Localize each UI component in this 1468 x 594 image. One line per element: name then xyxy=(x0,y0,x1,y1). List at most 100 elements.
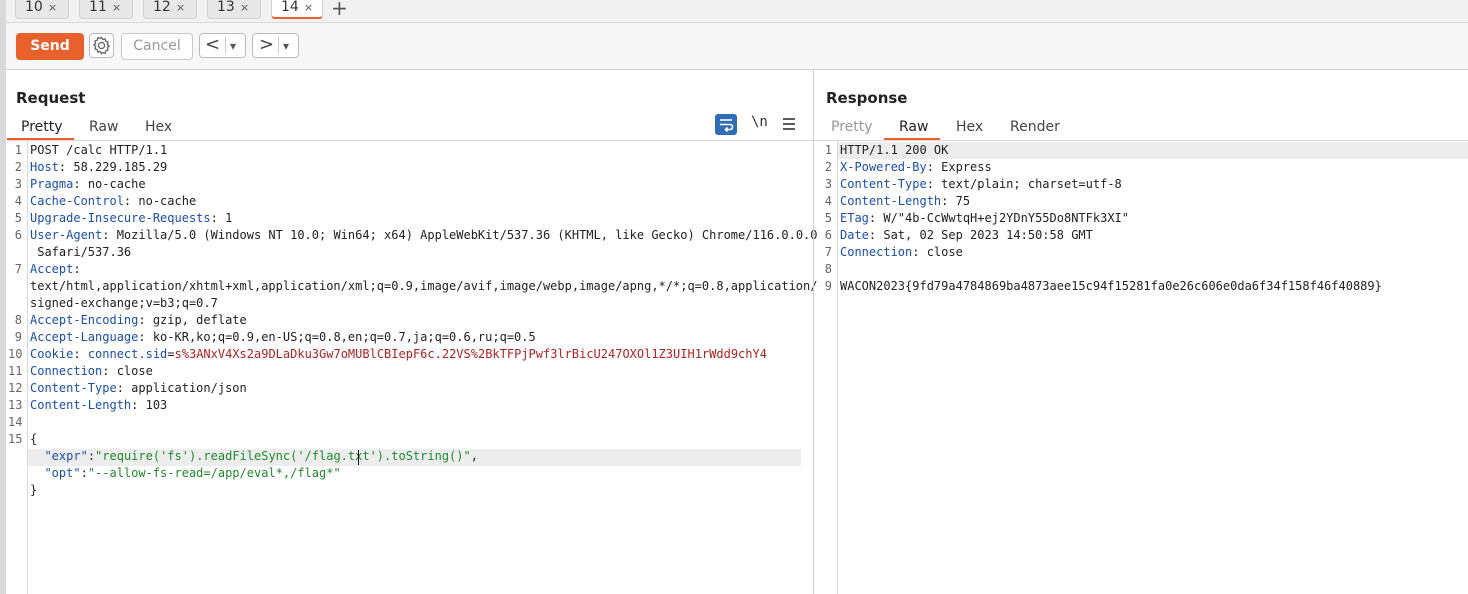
menu-icon[interactable] xyxy=(782,116,796,135)
close-icon[interactable]: × xyxy=(48,1,57,14)
json-key: "expr" xyxy=(44,449,88,463)
gear-icon xyxy=(92,36,111,55)
header-line: Accept-Encoding: gzip, deflate xyxy=(30,313,247,327)
line-number: 9 xyxy=(824,279,832,293)
request-start-line: POST /calc HTTP/1.1 xyxy=(30,143,168,157)
response-title: Response xyxy=(826,89,908,107)
header-value: gzip, deflate xyxy=(152,313,247,327)
tab-14[interactable]: 14 × xyxy=(271,0,323,19)
tab-pretty[interactable]: Pretty xyxy=(831,119,873,135)
header-value: application/json xyxy=(131,381,247,395)
line-number: 12 xyxy=(8,381,23,395)
tab-hex[interactable]: Hex xyxy=(956,119,983,135)
tab-bar: 10 × 11 × 12 × 13 × 14 × + xyxy=(6,0,1468,23)
line-number: 10 xyxy=(8,347,23,361)
tab-raw[interactable]: Raw xyxy=(89,119,118,135)
line-number: 3 xyxy=(14,177,22,191)
json-value: "require('fs').readFileSync('/flag.txt')… xyxy=(95,449,471,463)
header-name: Accept xyxy=(30,262,74,276)
cancel-button[interactable]: Cancel xyxy=(121,33,193,60)
tab-label: 13 xyxy=(217,0,235,15)
line-number: 2 xyxy=(824,160,832,174)
tab-label: 11 xyxy=(89,0,107,15)
header-line: Content-Type: text/plain; charset=utf-8 xyxy=(840,177,1122,191)
header-continuation: Safari/537.36 xyxy=(30,245,132,259)
header-name: User-Agent xyxy=(30,228,103,242)
tab-raw[interactable]: Raw xyxy=(899,119,928,135)
tab-13[interactable]: 13 × xyxy=(207,0,261,19)
tab-hex[interactable]: Hex xyxy=(145,119,172,135)
chevron-down-icon[interactable]: ▾ xyxy=(283,35,289,57)
header-value: close xyxy=(116,364,153,378)
header-value: Express xyxy=(941,160,992,174)
back-button[interactable]: < ▾ xyxy=(199,33,246,58)
header-name: Content-Length xyxy=(30,398,132,412)
close-icon[interactable]: × xyxy=(112,1,121,14)
line-number: 8 xyxy=(14,313,22,327)
hamburger-icon xyxy=(783,118,795,130)
tab-label: 14 xyxy=(281,0,299,15)
tab-label: 12 xyxy=(153,0,171,15)
line-number: 5 xyxy=(14,211,22,225)
header-line: Cookie: connect.sid=s%3ANxV4Xs2a9DLaDku3… xyxy=(30,347,767,361)
header-name: Connection xyxy=(840,245,913,259)
request-tabs-divider xyxy=(6,140,813,141)
show-newlines-toggle[interactable]: \n xyxy=(751,114,768,130)
header-value: text/plain; charset=utf-8 xyxy=(941,177,1122,191)
tab-12[interactable]: 12 × xyxy=(143,0,197,19)
tab-pretty[interactable]: Pretty xyxy=(21,119,63,135)
response-status-line: HTTP/1.1 200 OK xyxy=(840,143,949,157)
response-gutter xyxy=(837,141,838,594)
new-tab-icon[interactable]: + xyxy=(331,0,348,20)
header-value: no-cache xyxy=(138,194,197,208)
tab-10[interactable]: 10 × xyxy=(15,0,69,19)
close-icon[interactable]: × xyxy=(240,1,249,14)
json-value: "--allow-fs-read=/app/eval*,/flag*" xyxy=(87,466,341,480)
line-number: 2 xyxy=(14,160,22,174)
header-name: Upgrade-Insecure-Requests xyxy=(30,211,211,225)
cookie-value: s%3ANxV4Xs2a9DLaDku3Gw7oMUBlCBIepF6c.22V… xyxy=(174,347,767,361)
header-continuation: text/html,application/xhtml+xml,applicat… xyxy=(30,279,818,293)
tab-11[interactable]: 11 × xyxy=(79,0,133,19)
tab-label: 10 xyxy=(25,0,43,15)
header-name: Date xyxy=(840,228,869,242)
line-number: 7 xyxy=(14,262,22,276)
settings-button[interactable] xyxy=(89,33,114,58)
close-icon[interactable]: × xyxy=(304,1,313,14)
header-line: Pragma: no-cache xyxy=(30,177,146,191)
chevron-right-icon: > xyxy=(259,34,275,55)
header-value: Mozilla/5.0 (Windows NT 10.0; Win64; x64… xyxy=(116,228,818,242)
header-line: Connection: close xyxy=(840,245,963,259)
header-name: X-Powered-By xyxy=(840,160,927,174)
header-line: Content-Type: application/json xyxy=(30,381,247,395)
cookie-name: connect.sid xyxy=(87,347,168,361)
tab-render[interactable]: Render xyxy=(1010,119,1060,135)
line-number: 13 xyxy=(8,398,23,412)
request-gutter xyxy=(27,141,28,594)
header-line: Cache-Control: no-cache xyxy=(30,194,197,208)
chevron-down-icon[interactable]: ▾ xyxy=(230,35,236,57)
line-number: 8 xyxy=(824,262,832,276)
forward-button[interactable]: > ▾ xyxy=(252,33,299,58)
send-button[interactable]: Send xyxy=(16,33,84,60)
response-tabs-divider xyxy=(814,140,1468,141)
header-line: Upgrade-Insecure-Requests: 1 xyxy=(30,211,233,225)
header-name: Content-Type xyxy=(840,177,927,191)
line-number: 4 xyxy=(824,194,832,208)
line-number: 11 xyxy=(8,364,23,378)
header-line: Content-Length: 103 xyxy=(30,398,168,412)
line-number: 3 xyxy=(824,177,832,191)
panel-divider[interactable] xyxy=(813,70,814,594)
header-value: no-cache xyxy=(87,177,146,191)
header-name: Accept-Language xyxy=(30,330,139,344)
header-name: Content-Type xyxy=(30,381,117,395)
line-number: 15 xyxy=(8,432,23,446)
header-name: ETag xyxy=(840,211,869,225)
header-name: Content-Length xyxy=(840,194,942,208)
header-name: Cookie xyxy=(30,347,74,361)
wrap-icon xyxy=(720,119,734,133)
word-wrap-toggle[interactable] xyxy=(715,114,737,135)
header-line: X-Powered-By: Express xyxy=(840,160,992,174)
line-number: 6 xyxy=(824,228,832,242)
close-icon[interactable]: × xyxy=(176,1,185,14)
